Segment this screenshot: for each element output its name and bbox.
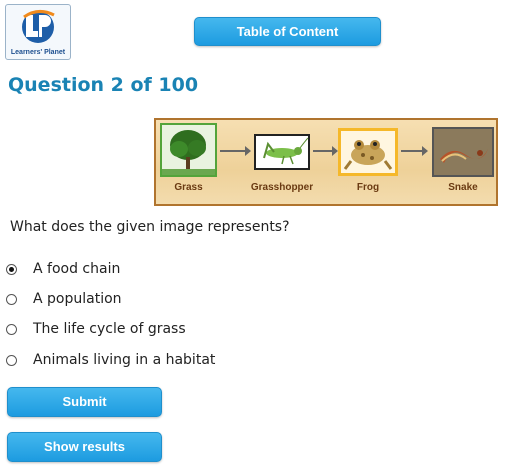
option-label: A population <box>33 291 122 307</box>
frog-frame <box>338 128 398 176</box>
radio-button[interactable] <box>6 355 17 366</box>
option-label: A food chain <box>33 261 121 277</box>
arrow-icon <box>313 146 338 156</box>
frog-label: Frog <box>356 182 380 193</box>
option-life-cycle-of-grass[interactable]: The life cycle of grass <box>6 321 246 341</box>
option-label: Animals living in a habitat <box>33 352 216 368</box>
frog-icon <box>341 131 395 173</box>
option-population[interactable]: A population <box>6 291 206 311</box>
radio-button[interactable] <box>6 324 17 335</box>
learners-planet-logo: Learners' Planet <box>5 4 71 60</box>
grass-frame <box>160 123 217 177</box>
logo-caption: Learners' Planet <box>10 49 66 56</box>
snake-label: Snake <box>448 182 478 193</box>
grass-icon <box>162 125 215 175</box>
arrow-icon <box>220 146 251 156</box>
radio-button[interactable] <box>6 294 17 305</box>
question-text: What does the given image represents? <box>10 219 290 235</box>
snake-icon <box>434 129 492 175</box>
show-results-button[interactable]: Show results <box>7 432 162 462</box>
grasshopper-frame <box>254 134 310 170</box>
grasshopper-label: Grasshopper <box>250 182 314 193</box>
grass-label: Grass <box>174 182 203 193</box>
snake-frame <box>432 127 494 177</box>
option-label: The life cycle of grass <box>33 321 186 337</box>
table-of-content-button[interactable]: Table of Content <box>194 17 381 46</box>
food-chain-diagram: Grass Grasshopper Frog Snake <box>154 118 498 206</box>
logo-mark-icon <box>22 10 55 43</box>
grasshopper-icon <box>256 136 309 168</box>
question-title: Question 2 of 100 <box>8 74 199 96</box>
submit-button[interactable]: Submit <box>7 387 162 417</box>
arrow-icon <box>401 146 428 156</box>
option-animals-in-habitat[interactable]: Animals living in a habitat <box>6 352 266 372</box>
radio-button-selected[interactable] <box>6 264 17 275</box>
option-food-chain[interactable]: A food chain <box>6 261 206 281</box>
